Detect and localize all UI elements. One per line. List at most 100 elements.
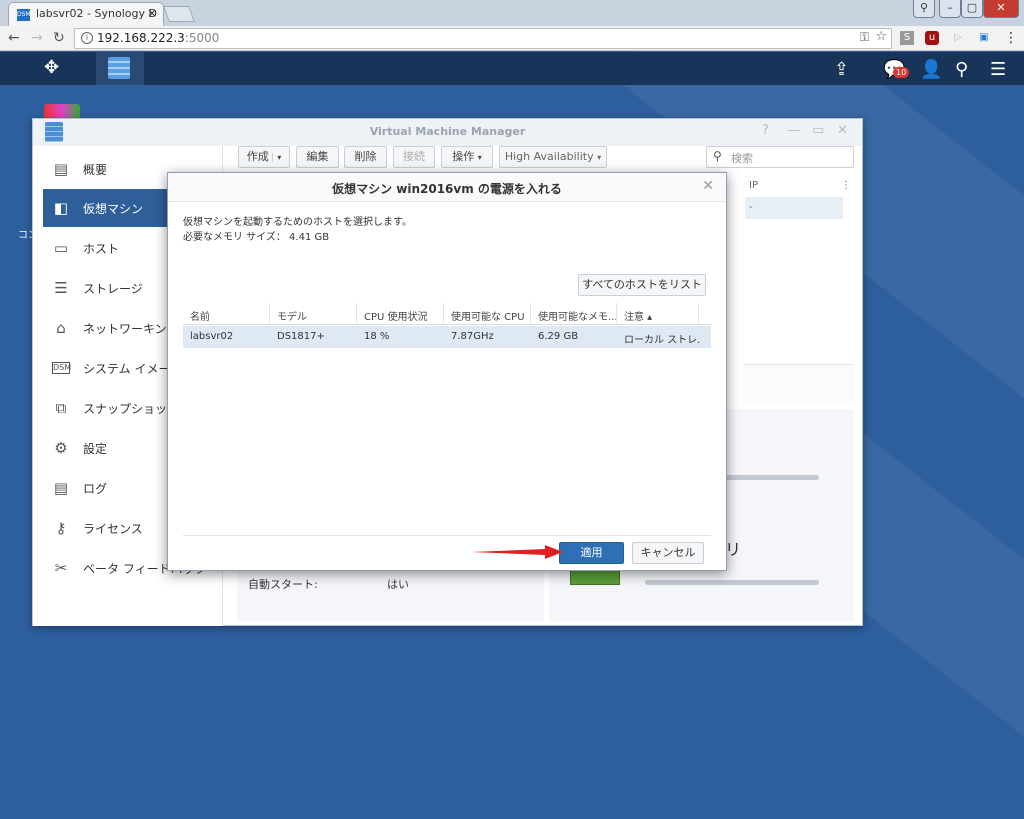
network-icon: ⌂: [56, 319, 66, 337]
auto-start-label: 自動スタート:: [248, 578, 318, 591]
list-all-hosts-button[interactable]: すべてのホストをリスト: [578, 274, 706, 296]
new-tab-button[interactable]: [163, 6, 195, 22]
main-menu-button[interactable]: ✥: [30, 52, 78, 85]
cancel-button[interactable]: キャンセル: [632, 542, 704, 564]
user-icon[interactable]: 👤: [920, 59, 942, 80]
table-header: 名前 モデル CPU 使用状況 使用可能な CPU 使用可能なメモ... 注意 …: [183, 303, 711, 325]
reload-icon[interactable]: ↻: [53, 30, 65, 46]
dialog-title: 仮想マシン win2016vm の電源を入れる: [332, 182, 562, 196]
available-cpu-cell: 7.87GHz: [451, 331, 494, 342]
notes-cell: ローカル ストレ...: [624, 335, 701, 346]
connect-button[interactable]: 接続: [393, 146, 435, 168]
delete-button[interactable]: 削除: [344, 146, 387, 168]
create-label: 作成: [246, 150, 269, 163]
notification-badge: 10: [893, 67, 910, 78]
extension-s-icon[interactable]: S: [900, 31, 914, 45]
sidebar-item-label: スナップショット: [83, 402, 180, 416]
browser-tab[interactable]: DSM labsvr02 - Synology D ×: [8, 2, 164, 26]
key-icon[interactable]: ⚿: [860, 30, 869, 45]
minimize-button[interactable]: –: [939, 0, 961, 18]
close-icon[interactable]: ✕: [702, 178, 714, 194]
vmm-titlebar[interactable]: Virtual Machine Manager ? — ▭ ✕: [33, 119, 862, 146]
edit-button[interactable]: 編集: [296, 146, 339, 168]
auto-start-value: はい: [387, 578, 409, 591]
apply-button[interactable]: 適用: [559, 542, 624, 564]
tab-title: labsvr02 - Synology D: [36, 7, 157, 20]
browser-tabbar: DSM labsvr02 - Synology D × ⚲ – ▢ ✕: [0, 0, 1024, 26]
column-header-name[interactable]: 名前: [183, 303, 270, 325]
host-icon: ▭: [53, 239, 69, 257]
create-button[interactable]: 作成 ▾: [238, 146, 290, 168]
chevron-down-icon: ▾: [597, 153, 602, 162]
column-header-cpu-usage[interactable]: CPU 使用状況: [357, 303, 444, 325]
sidebar-item-label: 仮想マシン: [83, 202, 144, 216]
ublock-icon[interactable]: u: [925, 31, 939, 45]
column-header-ip[interactable]: IP ⋮: [745, 177, 855, 197]
tab-close-icon[interactable]: ×: [147, 6, 157, 20]
storage-icon: ☰: [54, 279, 68, 297]
widgets-icon[interactable]: ☰: [990, 59, 1006, 80]
vmm-title: Virtual Machine Manager: [369, 125, 526, 138]
snapshot-icon: ⧉: [55, 399, 67, 417]
info-icon[interactable]: i: [81, 32, 93, 44]
column-header-model[interactable]: モデル: [270, 303, 357, 325]
image-icon: DSM: [52, 362, 72, 374]
high-availability-button[interactable]: High Availability ▾: [499, 146, 607, 168]
dsm-favicon-icon: DSM: [17, 9, 31, 21]
upload-icon[interactable]: ⇪: [834, 59, 849, 80]
sidebar-item-label: ライセンス: [83, 522, 143, 536]
power-on-dialog: 仮想マシン win2016vm の電源を入れる ✕ 仮想マシンを起動するためのホ…: [167, 172, 727, 571]
memory-requirement: 必要なメモリ サイズ： 4.41 GB: [183, 232, 330, 243]
column-header-available-cpu[interactable]: 使用可能な CPU: [444, 303, 531, 325]
gear-icon: ⚙: [54, 439, 68, 457]
profile-icon[interactable]: ⚲: [913, 0, 935, 18]
table-row[interactable]: labsvr02 DS1817+ 18 % 7.87GHz 6.29 GB ロー…: [183, 326, 711, 348]
dialog-description: 仮想マシンを起動するためのホストを選択します。: [183, 217, 412, 228]
dialog-header[interactable]: 仮想マシン win2016vm の電源を入れる ✕: [168, 173, 726, 202]
column-header-available-memory[interactable]: 使用可能なメモ...: [531, 303, 617, 325]
maximize-icon[interactable]: ▭: [812, 123, 824, 138]
maximize-button[interactable]: ▢: [961, 0, 983, 18]
column-menu-icon[interactable]: ⋮: [841, 180, 851, 191]
text-fragment: リ: [725, 540, 742, 559]
help-icon[interactable]: ?: [762, 123, 769, 138]
sidebar-item-label: ホスト: [83, 242, 120, 256]
search-placeholder: 検索: [731, 152, 753, 165]
extension-flag-icon[interactable]: ▷: [951, 31, 965, 45]
action-button[interactable]: 操作 ▾: [441, 146, 493, 168]
available-memory-cell: 6.29 GB: [538, 331, 579, 342]
minimize-icon[interactable]: —: [787, 123, 800, 138]
close-window-button[interactable]: ✕: [983, 0, 1019, 18]
search-icon[interactable]: ⚲: [955, 59, 968, 80]
vm-info-strip: [744, 364, 854, 404]
action-label: 操作: [452, 150, 475, 163]
browser-toolbar: ← → ↻ i 192.168.222.3:5000 ⚿ ☆ S u ▷ ▣ ⋮: [0, 26, 1024, 51]
wrench-icon: ✂: [54, 559, 68, 577]
extension-screen-icon[interactable]: ▣: [977, 31, 991, 45]
ip-cell: -: [745, 197, 843, 219]
sidebar-item-label: ネットワーキング: [83, 322, 179, 336]
chevron-down-icon[interactable]: ▾: [272, 153, 282, 162]
column-header-notes[interactable]: 注意 ▴: [617, 303, 699, 325]
sidebar-item-label: 概要: [83, 163, 108, 177]
dsm-taskbar: ✥ ⇪ 💬 👤 ⚲ ☰: [0, 52, 1024, 85]
vmm-app-icon: [108, 57, 130, 79]
dialog-footer-divider: [183, 535, 711, 536]
address-bar[interactable]: i 192.168.222.3:5000 ⚿ ☆: [74, 28, 892, 49]
chevron-down-icon: ▾: [477, 153, 482, 162]
host-model-cell: DS1817+: [277, 331, 325, 342]
annotation-arrow: [471, 545, 563, 559]
url-host: 192.168.222.3: [97, 31, 185, 45]
close-icon[interactable]: ✕: [837, 123, 848, 138]
back-icon[interactable]: ←: [8, 30, 20, 46]
menu-icon[interactable]: ⋮: [1004, 31, 1018, 45]
search-input[interactable]: ⚲ 検索: [706, 146, 854, 168]
forward-icon[interactable]: →: [31, 30, 43, 46]
memory-icon: [570, 569, 620, 585]
main-menu-icon: ✥: [44, 57, 60, 78]
ip-header: IP: [749, 180, 758, 191]
sidebar-item-label: ログ: [83, 482, 108, 496]
star-icon[interactable]: ☆: [875, 29, 887, 44]
overview-icon: ▤: [53, 160, 69, 178]
vmm-taskbar-button[interactable]: [96, 52, 144, 85]
